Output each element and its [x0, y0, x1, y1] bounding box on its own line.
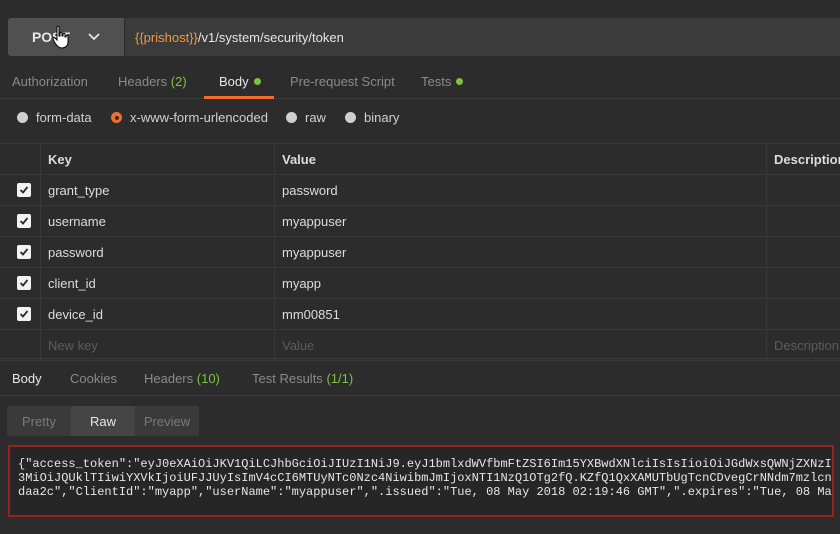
tab-tests[interactable]: Tests [421, 74, 464, 89]
header-key: Key [40, 144, 274, 174]
table-row: client_id myapp [0, 268, 840, 299]
tab-label: Body [219, 74, 249, 89]
radio-icon [286, 112, 297, 123]
body-mode-radios: form-data x-www-form-urlencoded raw bina… [0, 106, 840, 130]
checkmark-icon [17, 276, 31, 290]
response-tab-cookies[interactable]: Cookies [70, 371, 117, 386]
tab-label: Pre-request Script [290, 74, 395, 89]
row-checkbox[interactable] [0, 237, 40, 267]
description-cell[interactable] [766, 237, 840, 267]
response-tabs: Body Cookies Headers (10) Test Results (… [0, 358, 840, 396]
raw-line: 3MiOiJQUklTIiwiYXVkIjoiUFJJUyIsImV4cCI6M… [18, 471, 834, 485]
description-cell[interactable] [766, 206, 840, 236]
radio-label: binary [364, 110, 400, 125]
tab-label: Authorization [12, 74, 88, 89]
value-cell[interactable]: myapp [274, 268, 766, 298]
active-tab-indicator [204, 96, 274, 99]
response-body[interactable]: {"access_token":"eyJ0eXAiOiJKV1QiLCJhbGc… [8, 445, 834, 517]
row-checkbox[interactable] [0, 175, 40, 205]
description-cell[interactable] [766, 268, 840, 298]
radio-label: form-data [36, 110, 92, 125]
url-input[interactable]: {{prishost}}/v1/system/security/token [124, 18, 840, 56]
raw-response-text: {"access_token":"eyJ0eXAiOiJKV1QiLCJhbGc… [18, 457, 834, 499]
new-row-checkbox-col [0, 330, 40, 360]
row-checkbox[interactable] [0, 299, 40, 329]
raw-line: daa2c","ClientId":"myapp","userName":"my… [18, 485, 834, 499]
radio-x-www-form-urlencoded[interactable]: x-www-form-urlencoded [111, 110, 268, 125]
key-cell[interactable]: client_id [40, 268, 274, 298]
format-toggle: Pretty Raw Preview [7, 406, 199, 436]
new-value-input[interactable]: Value [274, 330, 766, 360]
tab-label: Tests [421, 74, 452, 89]
tab-pre-request-script[interactable]: Pre-request Script [290, 74, 395, 89]
value-cell[interactable]: myappuser [274, 206, 766, 236]
status-dot-icon [253, 78, 261, 85]
checkmark-icon [17, 307, 31, 321]
checkmark-icon [17, 214, 31, 228]
key-cell[interactable]: username [40, 206, 274, 236]
table-row: device_id mm00851 [0, 299, 840, 330]
tab-headers[interactable]: Headers (2) [118, 74, 187, 89]
row-checkbox[interactable] [0, 206, 40, 236]
radio-icon [345, 112, 356, 123]
row-checkbox[interactable] [0, 268, 40, 298]
table-row: password myappuser [0, 237, 840, 268]
value-cell[interactable]: mm00851 [274, 299, 766, 329]
tab-body[interactable]: Body [219, 74, 261, 89]
url-path: /v1/system/security/token [197, 29, 344, 45]
radio-label: x-www-form-urlencoded [130, 110, 268, 125]
tab-count: (2) [170, 74, 187, 89]
tab-authorization[interactable]: Authorization [12, 74, 88, 89]
header-checkbox-col [0, 144, 40, 174]
raw-line: {"access_token":"eyJ0eXAiOiJKV1QiLCJhbGc… [18, 457, 834, 471]
request-tabs: Authorization Headers (2) Body Pre-reque… [0, 66, 840, 99]
key-cell[interactable]: password [40, 237, 274, 267]
radio-binary[interactable]: binary [345, 110, 399, 125]
mouse-cursor-icon [52, 25, 69, 49]
header-description: Description [766, 144, 840, 174]
header-value: Value [274, 144, 766, 174]
url-variable: {{prishost}} [135, 29, 198, 45]
response-tab-headers[interactable]: Headers (10) [144, 371, 220, 386]
format-raw-button[interactable]: Raw [71, 406, 135, 436]
checkmark-icon [17, 245, 31, 259]
key-cell[interactable]: device_id [40, 299, 274, 329]
new-key-input[interactable]: New key [40, 330, 274, 360]
value-cell[interactable]: myappuser [274, 237, 766, 267]
key-cell[interactable]: grant_type [40, 175, 274, 205]
table-row: grant_type password [0, 175, 840, 206]
radio-form-data[interactable]: form-data [17, 110, 92, 125]
new-row: New key Value Description [0, 330, 840, 361]
tab-count: (10) [196, 371, 220, 386]
description-cell[interactable] [766, 175, 840, 205]
checkmark-icon [17, 183, 31, 197]
table-row: username myappuser [0, 206, 840, 237]
params-table: Key Value Description grant_type passwor… [0, 143, 840, 361]
response-tab-test-results[interactable]: Test Results (1/1) [252, 371, 353, 386]
tab-label: Cookies [70, 371, 117, 386]
table-header: Key Value Description [0, 143, 840, 175]
description-cell[interactable] [766, 299, 840, 329]
radio-raw[interactable]: raw [286, 110, 326, 125]
tab-count: (1/1) [326, 371, 354, 386]
radio-selected-icon [111, 112, 122, 123]
value-cell[interactable]: password [274, 175, 766, 205]
request-bar: POST {{prishost}}/v1/system/security/tok… [0, 0, 840, 72]
radio-icon [17, 112, 28, 123]
status-dot-icon [456, 78, 464, 85]
response-tab-body[interactable]: Body [12, 371, 42, 386]
format-preview-button[interactable]: Preview [135, 406, 199, 436]
radio-label: raw [305, 110, 326, 125]
chevron-down-icon [88, 33, 100, 41]
tab-label: Headers [118, 74, 168, 89]
tab-label: Body [12, 371, 42, 386]
format-pretty-button[interactable]: Pretty [7, 406, 71, 436]
tab-label: Headers [144, 371, 194, 386]
new-description-input[interactable]: Description [766, 330, 840, 360]
tab-label: Test Results [252, 371, 323, 386]
